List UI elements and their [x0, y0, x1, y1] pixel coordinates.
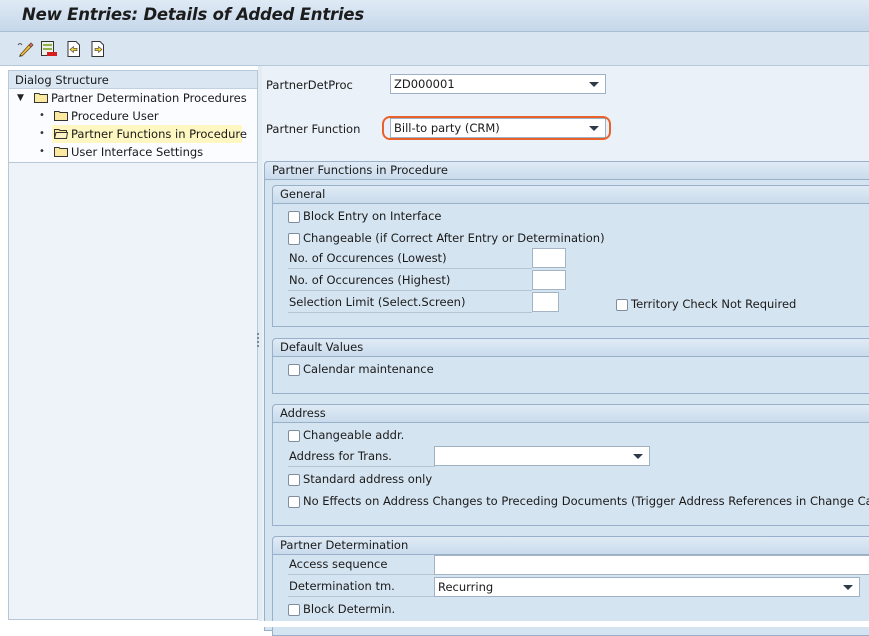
partner-det-proc-label: PartnerDetProc	[266, 78, 353, 92]
next-entry-icon[interactable]	[89, 40, 107, 58]
folder-icon	[54, 147, 68, 157]
checkbox-label: Block Determin.	[303, 602, 396, 616]
checkbox-icon[interactable]	[616, 299, 628, 311]
access-seq-input[interactable]	[434, 555, 869, 575]
dropdown-arrow-icon[interactable]	[589, 82, 599, 87]
group-title: Partner Functions in Procedure	[265, 162, 869, 180]
general-section: General Block Entry on Interface Changea…	[272, 185, 869, 327]
open-folder-icon	[54, 129, 68, 139]
checkbox-label: Standard address only	[303, 472, 433, 486]
addr-trans-label-row: Address for Trans.	[288, 447, 435, 467]
checkbox-icon[interactable]	[288, 474, 300, 486]
checkbox-icon[interactable]	[288, 364, 300, 376]
checkbox-label: Changeable (if Correct After Entry or De…	[303, 231, 605, 245]
checkbox-icon[interactable]	[288, 430, 300, 442]
tree-item-partner-determination-procedures[interactable]: ▼ Partner Determination Procedures	[9, 89, 257, 107]
delete-icon[interactable]	[40, 40, 58, 58]
dropdown-arrow-icon[interactable]	[633, 454, 643, 459]
tree-item-label: User Interface Settings	[71, 145, 204, 159]
section-title: Address	[273, 405, 869, 423]
tree-item-procedure-user[interactable]: • Procedure User	[9, 107, 257, 125]
addr-trans-field[interactable]	[434, 446, 650, 466]
sel-limit-label-row: Selection Limit (Select.Screen)	[288, 293, 532, 313]
checkbox-icon[interactable]	[288, 211, 300, 223]
bullet-icon: •	[39, 128, 45, 139]
access-seq-label-row: Access sequence	[288, 555, 435, 575]
partner-function-label: Partner Function	[266, 122, 361, 136]
det-time-field[interactable]: Recurring	[434, 577, 860, 597]
sel-limit-label: Selection Limit (Select.Screen)	[289, 295, 466, 309]
title-bar: New Entries: Details of Added Entries	[0, 0, 869, 32]
occ-highest-label: No. of Occurences (Highest)	[289, 273, 451, 287]
tree-item-label: Partner Determination Procedures	[51, 91, 247, 105]
checkbox-icon[interactable]	[288, 233, 300, 245]
window-title: New Entries: Details of Added Entries	[22, 5, 365, 24]
det-time-label: Determination tm.	[289, 579, 395, 593]
det-time-value: Recurring	[438, 580, 494, 594]
checkbox-label: Changeable addr.	[303, 428, 405, 442]
main-content: PartnerDetProc ZD000001 Partner Function…	[262, 66, 869, 636]
partner-functions-group: Partner Functions in Procedure General B…	[264, 161, 869, 636]
occ-highest-input[interactable]	[532, 270, 566, 290]
dialog-structure-header: Dialog Structure	[9, 71, 257, 89]
section-title: Partner Determination	[273, 537, 869, 555]
partner-det-proc-field[interactable]: ZD000001	[390, 74, 606, 94]
section-title: General	[273, 186, 869, 204]
dialog-structure-panel: Dialog Structure ▼ Partner Determination…	[8, 70, 258, 620]
bottom-edge	[0, 621, 869, 627]
section-title: Default Values	[273, 339, 869, 357]
occ-highest-label-row: No. of Occurences (Highest)	[288, 271, 532, 291]
addr-trans-label: Address for Trans.	[289, 449, 392, 463]
tree-item-user-interface-settings[interactable]: • User Interface Settings	[9, 143, 257, 161]
checkbox-icon[interactable]	[288, 496, 300, 508]
occ-lowest-label-row: No. of Occurences (Lowest)	[288, 249, 532, 269]
checkbox-icon[interactable]	[288, 604, 300, 616]
checkbox-label: Block Entry on Interface	[303, 209, 442, 223]
sel-limit-input[interactable]	[532, 292, 559, 312]
checkbox-label: No Effects on Address Changes to Precedi…	[303, 494, 869, 508]
application-toolbar	[0, 32, 869, 66]
change-display-icon[interactable]	[16, 40, 34, 58]
access-seq-label: Access sequence	[289, 557, 388, 571]
expand-arrow-icon[interactable]: ▼	[17, 89, 24, 107]
det-time-label-row: Determination tm.	[288, 577, 435, 597]
tree-item-partner-functions-in-procedure[interactable]: • Partner Functions in Procedure	[9, 125, 257, 143]
dialog-structure-tree: ▼ Partner Determination Procedures • Pro…	[9, 89, 257, 163]
address-section: Address Changeable addr. Address for Tra…	[272, 404, 869, 526]
bullet-icon: •	[39, 146, 45, 157]
dropdown-arrow-icon[interactable]	[843, 585, 853, 590]
splitter-grip-icon[interactable]	[257, 333, 260, 351]
partner-det-proc-value: ZD000001	[394, 77, 455, 91]
folder-icon	[54, 111, 68, 121]
occ-lowest-label: No. of Occurences (Lowest)	[289, 251, 447, 265]
bullet-icon: •	[39, 110, 45, 121]
tree-item-label: Procedure User	[71, 109, 159, 123]
occ-lowest-input[interactable]	[532, 248, 566, 268]
default-values-section: Default Values Calendar maintenance	[272, 338, 869, 394]
folder-icon	[34, 93, 48, 103]
checkbox-label: Territory Check Not Required	[631, 297, 797, 311]
highlight-annotation	[382, 116, 611, 140]
checkbox-label: Calendar maintenance	[303, 362, 434, 376]
tree-item-label: Partner Functions in Procedure	[71, 127, 247, 141]
previous-entry-icon[interactable]	[65, 40, 83, 58]
